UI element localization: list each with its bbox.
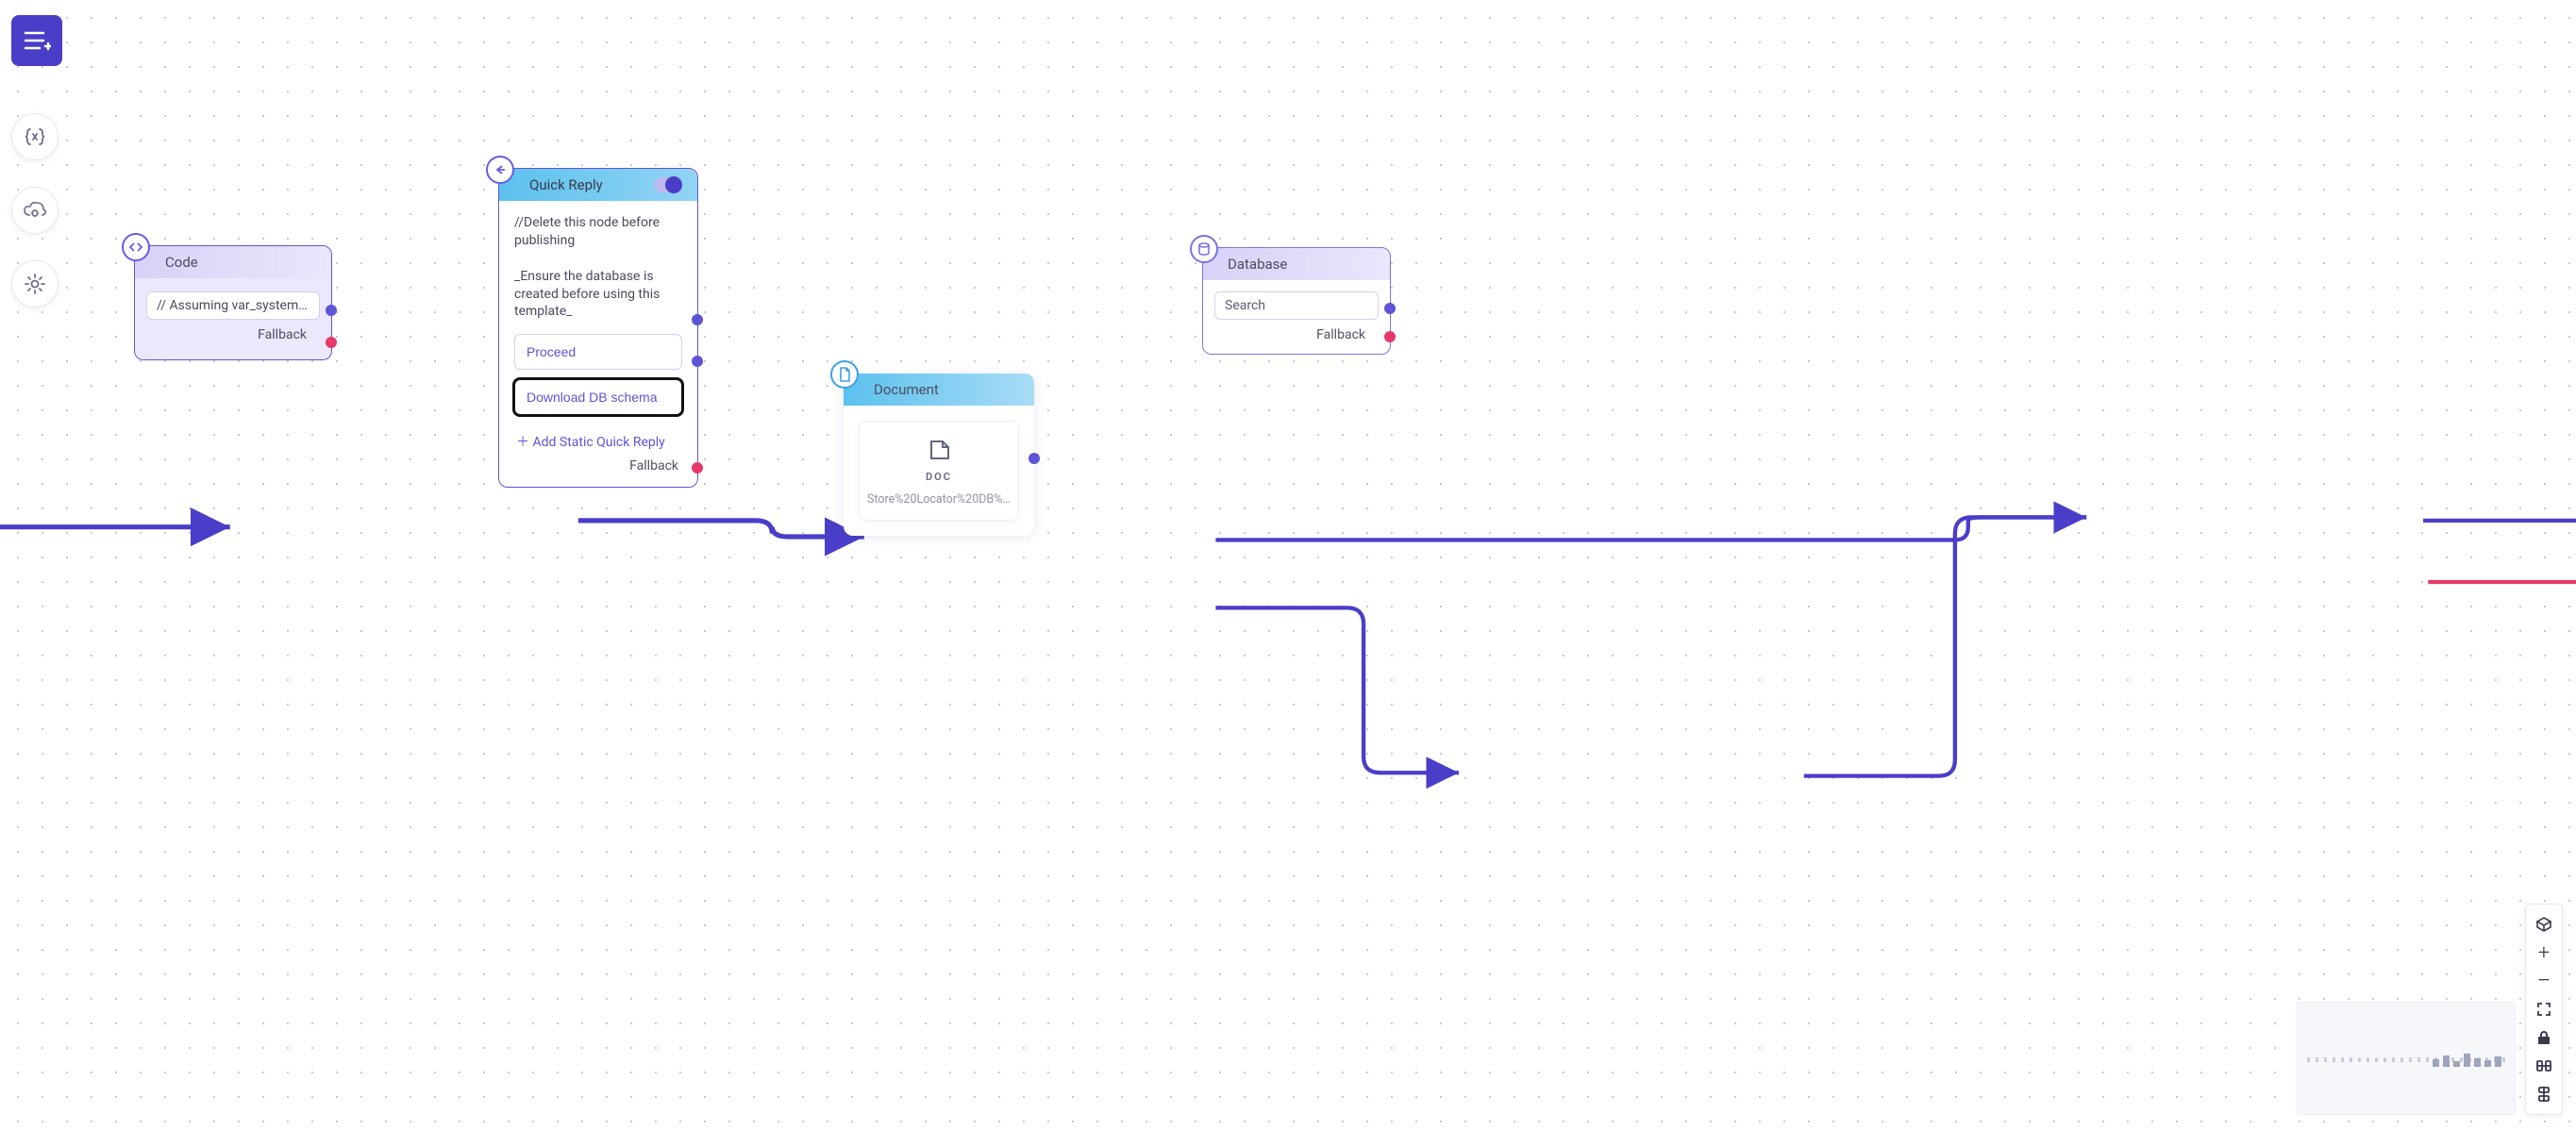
qr-add-label: Add Static Quick Reply — [532, 435, 664, 450]
code-output-port[interactable] — [326, 305, 337, 316]
settings-button[interactable] — [11, 260, 59, 307]
zoom-out-button[interactable]: − — [2526, 967, 2562, 995]
cloud-gear-icon — [23, 199, 47, 222]
code-badge — [122, 233, 150, 261]
node-document[interactable]: Document DOC Store%20Locator%20DB%20S... — [844, 374, 1034, 536]
document-title: Document — [874, 381, 939, 398]
align-v-icon — [2535, 1086, 2552, 1103]
qr-fallback-port[interactable] — [692, 462, 703, 474]
view-3d-button[interactable] — [2526, 910, 2562, 939]
document-card[interactable]: DOC Store%20Locator%20DB%20S... — [859, 421, 1019, 521]
gear-icon — [24, 273, 46, 295]
qr-desc-2: _Ensure the database is created before u… — [514, 269, 660, 320]
code-icon — [128, 240, 143, 255]
database-badge — [1190, 235, 1218, 263]
code-title: Code — [165, 254, 198, 271]
document-filename: Store%20Locator%20DB%20S... — [867, 492, 1011, 507]
qr-download-port[interactable] — [692, 356, 703, 367]
minimap-blocks — [2433, 1054, 2501, 1067]
plus-icon: ＋ — [516, 435, 532, 450]
edges-layer — [0, 0, 2576, 1130]
fit-view-button[interactable] — [2526, 995, 2562, 1023]
lock-icon — [2537, 1030, 2551, 1045]
qr-fallback-label: Fallback — [629, 458, 678, 474]
qr-add-static[interactable]: ＋ Add Static Quick Reply — [514, 424, 682, 451]
database-output-port[interactable] — [1384, 303, 1396, 314]
quick-reply-toggle[interactable] — [654, 177, 682, 192]
expand-icon — [2536, 1002, 2551, 1017]
node-database[interactable]: Database Search Fallback — [1202, 247, 1391, 355]
menu-with-plus-icon — [23, 27, 51, 54]
quick-reply-title: Quick Reply — [529, 176, 603, 193]
menu-button[interactable] — [11, 15, 62, 66]
document-output-port[interactable] — [1029, 453, 1040, 464]
database-fallback-label: Fallback — [1316, 327, 1365, 342]
qr-option-download-schema[interactable]: Download DB schema — [514, 379, 682, 415]
cube-icon — [2535, 916, 2552, 933]
minimap[interactable] — [2297, 1002, 2516, 1115]
align-vertical-button[interactable] — [2526, 1080, 2562, 1108]
align-horizontal-button[interactable] — [2526, 1052, 2562, 1080]
quick-reply-badge — [486, 156, 514, 184]
flow-canvas[interactable]: Code // Assuming var_system.... Fallback… — [0, 0, 2576, 1130]
database-title: Database — [1228, 256, 1287, 273]
lock-button[interactable] — [2526, 1023, 2562, 1052]
cloud-settings-button[interactable] — [11, 187, 59, 234]
database-fallback-port[interactable] — [1384, 331, 1396, 342]
canvas-controls: + − — [2525, 904, 2563, 1115]
database-action-chip[interactable]: Search — [1214, 291, 1379, 320]
doc-file-icon — [923, 439, 955, 471]
zoom-in-button[interactable]: + — [2526, 939, 2562, 967]
side-tool-stack — [11, 113, 59, 307]
reply-icon — [493, 163, 507, 176]
qr-desc-1: //Delete this node before publishing — [514, 215, 660, 248]
database-icon — [1197, 242, 1211, 256]
document-badge — [830, 360, 859, 389]
doc-type-label: DOC — [867, 471, 1011, 483]
code-fallback-label: Fallback — [258, 327, 307, 342]
document-icon — [838, 367, 851, 382]
braces-x-icon — [24, 125, 46, 148]
code-fallback-port[interactable] — [326, 337, 337, 348]
node-quick-reply[interactable]: Quick Reply //Delete this node before pu… — [498, 168, 698, 488]
qr-option-proceed[interactable]: Proceed — [514, 334, 682, 370]
variables-button[interactable] — [11, 113, 59, 160]
node-code[interactable]: Code // Assuming var_system.... Fallback — [134, 245, 332, 360]
code-chip[interactable]: // Assuming var_system.... — [146, 291, 320, 320]
qr-proceed-port[interactable] — [692, 314, 703, 325]
align-h-icon — [2535, 1057, 2552, 1074]
